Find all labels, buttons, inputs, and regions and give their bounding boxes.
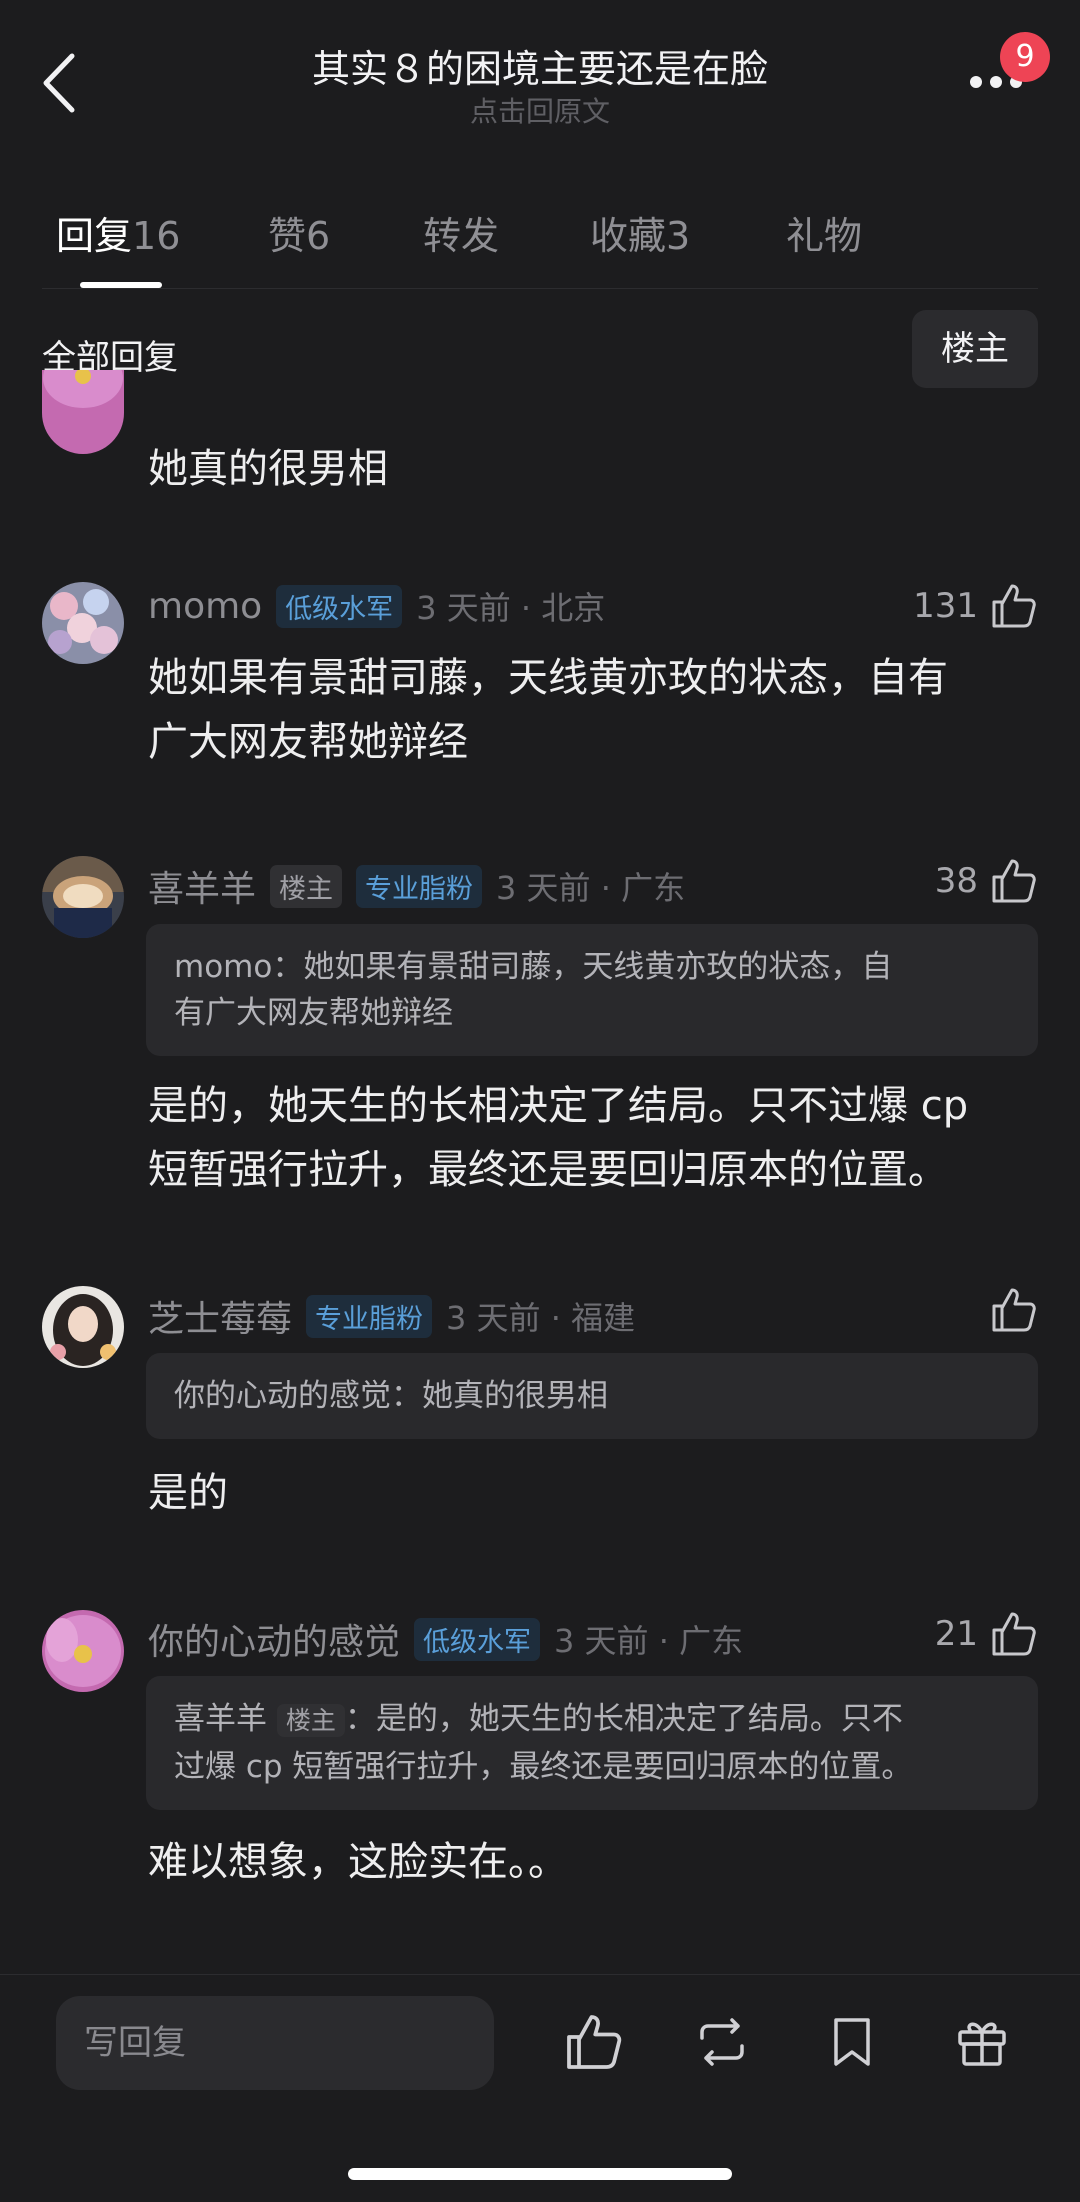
user-tag: 专业脂粉 bbox=[356, 864, 483, 908]
repost-icon bbox=[700, 2018, 744, 2066]
reply-input[interactable]: 写回复 bbox=[56, 1996, 494, 2090]
gift-button[interactable] bbox=[952, 2012, 1012, 2072]
username[interactable]: 你的心动的感觉 bbox=[148, 1613, 400, 1665]
flowers-avatar-image bbox=[42, 582, 124, 664]
like-count: 131 bbox=[913, 586, 978, 626]
avatar[interactable] bbox=[42, 1610, 124, 1692]
comment-meta: 3 天前 · 福建 bbox=[446, 1299, 636, 1337]
avatar[interactable] bbox=[42, 370, 124, 454]
thumb-up-icon bbox=[992, 584, 1036, 628]
notification-badge: 9 bbox=[1000, 32, 1050, 82]
avatar[interactable] bbox=[42, 856, 124, 938]
tab-label: 转发 bbox=[423, 214, 500, 258]
bookmark-icon bbox=[834, 2018, 870, 2066]
username[interactable]: momo bbox=[148, 586, 262, 627]
avatar[interactable] bbox=[42, 1286, 124, 1368]
quote-line: 你的心动的感觉：她真的很男相 bbox=[174, 1378, 608, 1414]
back-to-original-link[interactable]: 点击回原文 bbox=[0, 90, 1080, 130]
quote-author: 喜羊羊 bbox=[174, 1701, 267, 1737]
tab-label: 回复 bbox=[56, 214, 133, 258]
like-button[interactable]: 21 bbox=[935, 1610, 1038, 1658]
quote-line: momo：她如果有景甜司藤，天线黄亦玫的状态，自 bbox=[174, 949, 893, 985]
like-post-button[interactable] bbox=[564, 2012, 624, 2072]
comment-text: 是的 bbox=[148, 1461, 228, 1525]
op-only-filter-button[interactable]: 楼主 bbox=[912, 310, 1038, 388]
user-tag: 专业脂粉 bbox=[306, 1294, 433, 1338]
comment-line: 她如果有景甜司藤，天线黄亦玫的状态，自有 bbox=[148, 655, 948, 701]
gift-icon bbox=[958, 2022, 1006, 2066]
username[interactable]: 喜羊羊 bbox=[148, 860, 256, 912]
quote-text: ：是的，她天生的长相决定了结局。只不 bbox=[344, 1701, 903, 1737]
tab-favorites[interactable]: 收藏3 bbox=[590, 205, 690, 260]
tab-label: 收藏 bbox=[590, 214, 667, 258]
tab-gifts[interactable]: 礼物 bbox=[786, 205, 862, 260]
tab-replies[interactable]: 回复16 bbox=[56, 205, 180, 260]
comment-header: 芝士莓莓 专业脂粉 3 天前 · 福建 bbox=[148, 1290, 635, 1342]
tab-reposts[interactable]: 转发 bbox=[423, 205, 499, 260]
quote-line: 过爆 cp 短暂强行拉升，最终还是要回归原本的位置。 bbox=[174, 1749, 913, 1785]
divider bbox=[42, 288, 1038, 289]
like-count: 38 bbox=[934, 861, 978, 901]
quote-line: 喜羊羊 楼主 ：是的，她天生的长相决定了结局。只不 bbox=[174, 1696, 1010, 1744]
comment-meta: 3 天前 · 广东 bbox=[554, 1622, 744, 1660]
comment-text: 难以想象，这脸实在。。 bbox=[148, 1830, 568, 1894]
tab-label: 赞 bbox=[268, 214, 307, 258]
avatar[interactable] bbox=[42, 582, 124, 664]
comment-header: momo 低级水军 3 天前 · 北京 bbox=[148, 583, 605, 629]
girl-avatar-image bbox=[42, 1286, 124, 1368]
repost-button[interactable] bbox=[692, 2012, 752, 2072]
comment-header: 喜羊羊 楼主 专业脂粉 3 天前 · 广东 bbox=[148, 860, 685, 912]
comment-line: 是的 bbox=[148, 1470, 228, 1516]
quoted-reply[interactable]: momo：她如果有景甜司藤，天线黄亦玫的状态，自 有广大网友帮她辩经 bbox=[146, 924, 1038, 1056]
tab-count: 16 bbox=[132, 214, 181, 258]
like-button[interactable] bbox=[990, 1286, 1038, 1334]
page-title[interactable]: 其实８的困境主要还是在脸 bbox=[0, 38, 1080, 93]
comment-line: 是的，她天生的长相决定了结局。只不过爆 cp bbox=[148, 1083, 969, 1129]
tab-count: 6 bbox=[306, 214, 331, 258]
comment-line: 短暂强行拉升，最终还是要回归原本的位置。 bbox=[148, 1147, 948, 1193]
comment-text: 她如果有景甜司藤，天线黄亦玫的状态，自有 广大网友帮她辩经 bbox=[148, 646, 1028, 774]
home-indicator bbox=[348, 2168, 732, 2180]
thumb-up-icon bbox=[992, 859, 1036, 903]
comment-meta: 3 天前 · 广东 bbox=[496, 869, 686, 907]
coffee-avatar-image bbox=[42, 856, 124, 938]
op-tag: 楼主 bbox=[276, 1704, 345, 1737]
divider bbox=[0, 1974, 1080, 1975]
like-button[interactable]: 131 bbox=[913, 582, 1038, 630]
comment-meta: 3 天前 · 北京 bbox=[416, 589, 606, 627]
thumb-up-icon bbox=[992, 1288, 1036, 1332]
comment-text: 她真的很男相 bbox=[148, 446, 388, 492]
flower-avatar-image bbox=[42, 1610, 124, 1692]
comment-text: 是的，她天生的长相决定了结局。只不过爆 cp 短暂强行拉升，最终还是要回归原本的… bbox=[148, 1074, 1048, 1202]
quoted-reply[interactable]: 你的心动的感觉：她真的很男相 bbox=[146, 1353, 1038, 1439]
bookmark-button[interactable] bbox=[822, 2012, 882, 2072]
quote-line: 有广大网友帮她辩经 bbox=[174, 995, 453, 1031]
comment-line: 难以想象，这脸实在。。 bbox=[148, 1839, 568, 1885]
comment-line: 广大网友帮她辩经 bbox=[148, 719, 468, 765]
tab-likes[interactable]: 赞6 bbox=[268, 205, 330, 260]
like-count: 21 bbox=[934, 1614, 978, 1654]
user-tag: 低级水军 bbox=[276, 584, 403, 628]
comment-header: 你的心动的感觉 低级水军 3 天前 · 广东 bbox=[148, 1613, 743, 1665]
thumb-up-icon bbox=[992, 1612, 1036, 1656]
username[interactable]: 芝士莓莓 bbox=[148, 1290, 292, 1342]
like-button[interactable]: 38 bbox=[935, 857, 1038, 905]
quoted-reply[interactable]: 喜羊羊 楼主 ：是的，她天生的长相决定了结局。只不 过爆 cp 短暂强行拉升，最终… bbox=[146, 1676, 1038, 1810]
op-tag: 楼主 bbox=[270, 864, 343, 908]
flower-avatar-image bbox=[42, 370, 124, 454]
tab-label: 礼物 bbox=[786, 214, 863, 258]
thumb-up-icon bbox=[567, 2015, 622, 2069]
tab-count: 3 bbox=[666, 214, 691, 258]
user-tag: 低级水军 bbox=[414, 1617, 541, 1661]
